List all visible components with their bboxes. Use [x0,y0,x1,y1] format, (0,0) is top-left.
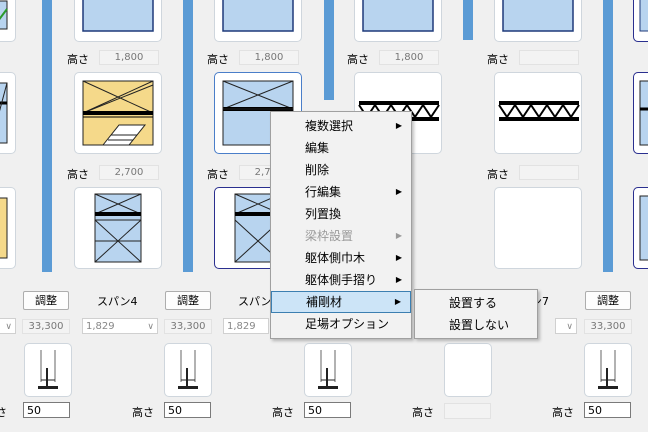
height-input[interactable]: 50 [304,402,351,418]
chevron-down-icon: ∨ [147,322,154,332]
span-dropdown[interactable]: ∨ [0,318,16,334]
submenu-arrow-icon: ▶ [395,275,402,284]
frame-cell-truss[interactable] [494,72,582,154]
submenu-arrow-icon: ▶ [395,231,402,240]
height-value: 2,700 [99,165,159,180]
height-label: さ [0,406,7,419]
chevron-down-icon: ∨ [566,322,573,332]
frame-cell[interactable] [74,187,162,269]
frame-cell[interactable] [214,0,302,42]
height-label: 高さ [552,406,574,419]
height-value: 1,800 [379,50,439,65]
submenu-arrow-icon: ▶ [395,121,402,130]
base-jack-cell[interactable] [304,343,352,397]
context-menu: 複数選択 ▶ 編集 削除 行編集 ▶ 列置換 梁枠設置 ▶ 躯体側巾木 ▶ 躯体側手摺り… [270,111,412,339]
menu-item-label: 梁枠設置 [305,229,354,243]
span-dropdown[interactable]: 1,829 [223,318,269,334]
height-label: 高さ [412,406,434,419]
height-input[interactable]: 50 [23,402,70,418]
menu-item-stiffener[interactable]: 補剛材 ▶ [271,291,411,313]
menu-item-label: 編集 [305,141,330,155]
height-label: 高さ [132,406,154,419]
frame-column-bar [42,0,52,272]
menu-item-toeboard[interactable]: 躯体側巾木 ▶ [271,247,411,269]
span-value: 1,829 [227,321,256,332]
span-label: スパン4 [97,295,138,308]
menu-item-label: 設置する [449,296,498,310]
submenu-arrow-icon: ▶ [395,253,402,262]
span-label: スパン [238,295,272,308]
adjust-button[interactable]: 調整 [23,291,69,310]
stiffener-submenu: 設置する 設置しない [414,289,538,339]
menu-item-label: 行編集 [305,185,342,199]
height-value [519,165,579,180]
height-input[interactable]: 50 [584,402,631,418]
base-jack-cell[interactable] [584,343,632,397]
height-value [444,403,491,419]
frame-cell-beam[interactable] [74,72,162,154]
frame-cell[interactable] [74,0,162,42]
frame-cell[interactable] [0,187,16,269]
menu-item-scaffold-options[interactable]: 足場オプション [271,313,411,335]
menu-item-label: 足場オプション [305,317,390,331]
height-label: 高さ [487,53,509,66]
adjust-button[interactable]: 調整 [165,291,211,310]
height-value: 1,800 [239,50,299,65]
menu-item-row-edit[interactable]: 行編集 ▶ [271,181,411,203]
height-value [519,50,579,65]
frame-cell[interactable] [633,0,648,42]
span-total: 33,300 [584,319,632,334]
submenu-arrow-icon: ▶ [394,297,401,306]
frame-cell[interactable] [0,72,16,154]
frame-cell[interactable] [633,187,648,269]
adjust-button[interactable]: 調整 [585,291,631,310]
height-label: 高さ [67,168,89,181]
span-value: 1,829 [86,321,115,332]
height-label: 高さ [487,168,509,181]
menu-item-install[interactable]: 設置する [415,292,537,314]
frame-column-bar [183,0,193,272]
height-label: 高さ [207,53,229,66]
frame-cell[interactable] [0,0,16,42]
height-label: 高さ [67,53,89,66]
menu-item-label: 列置換 [305,207,342,221]
submenu-arrow-icon: ▶ [395,187,402,196]
frame-column-bar [603,0,613,272]
base-jack-cell[interactable] [24,343,72,397]
height-label: 高さ [207,168,229,181]
menu-item-label: 躯体側巾木 [305,251,366,265]
frame-column-bar [463,0,473,40]
menu-item-column-replace[interactable]: 列置換 [271,203,411,225]
menu-item-beam-frame: 梁枠設置 ▶ [271,225,411,247]
menu-item-handrail[interactable]: 躯体側手摺り ▶ [271,269,411,291]
menu-item-edit[interactable]: 編集 [271,137,411,159]
menu-item-no-install[interactable]: 設置しない [415,314,537,336]
menu-item-multi-select[interactable]: 複数選択 ▶ [271,115,411,137]
height-label: 高さ [272,406,294,419]
menu-item-label: 削除 [305,163,330,177]
frame-column-bar [324,0,334,100]
frame-cell[interactable] [633,72,648,154]
menu-item-label: 設置しない [449,318,510,332]
frame-cell[interactable] [354,0,442,42]
frame-cell-empty[interactable] [494,187,582,269]
height-value: 1,800 [99,50,159,65]
height-label: 高さ [347,53,369,66]
chevron-down-icon: ∨ [5,322,12,332]
height-input[interactable]: 50 [164,402,211,418]
span-total: 33,300 [164,319,212,334]
span-total: 33,300 [22,319,70,334]
menu-item-label: 補剛材 [306,295,343,309]
base-jack-cell-empty[interactable] [444,343,492,397]
base-jack-cell[interactable] [164,343,212,397]
frame-cell[interactable] [494,0,582,42]
menu-item-delete[interactable]: 削除 [271,159,411,181]
menu-item-label: 複数選択 [305,119,354,133]
span-dropdown[interactable]: 1,829 ∨ [82,318,158,334]
span-dropdown[interactable]: ∨ [555,318,577,334]
menu-item-label: 躯体側手摺り [305,273,378,287]
